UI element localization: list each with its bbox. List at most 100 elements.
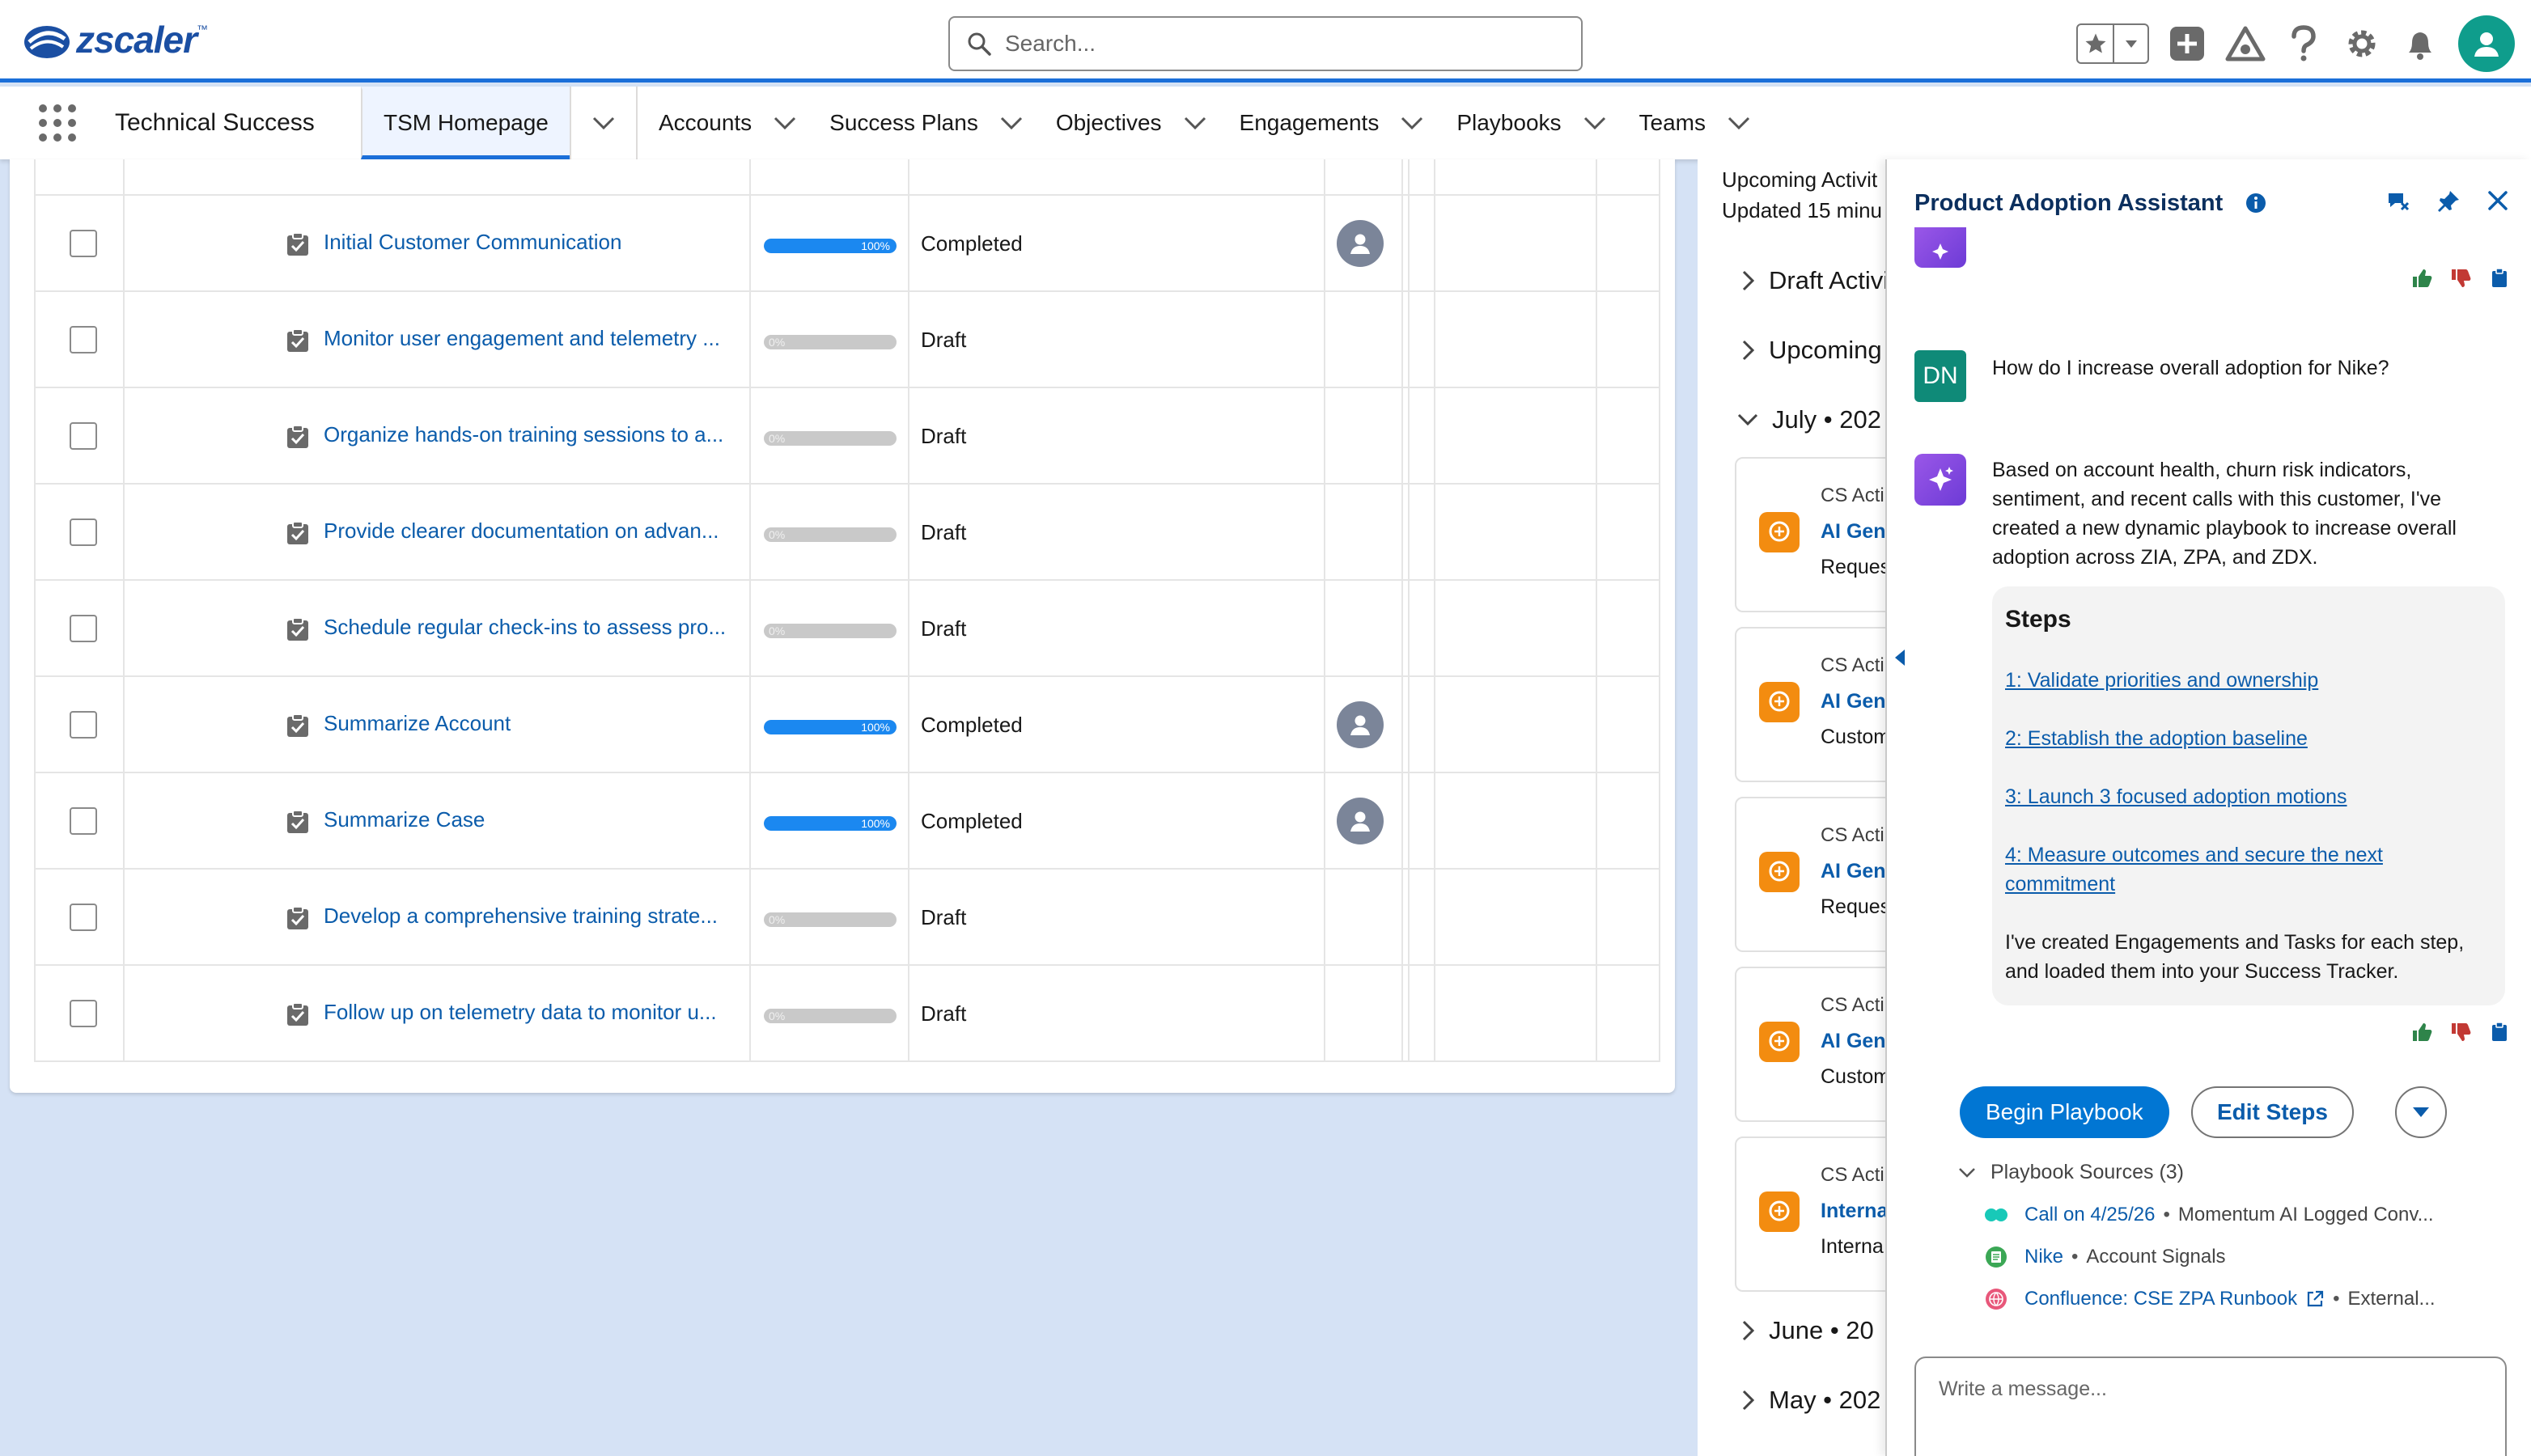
trailhead-button[interactable] bbox=[2225, 23, 2266, 64]
favorites-control[interactable] bbox=[2076, 23, 2149, 64]
column-divider bbox=[1659, 388, 1660, 483]
chevron-down-icon[interactable] bbox=[773, 116, 797, 130]
activity-card[interactable]: CS Acti AI Gen Reques bbox=[1735, 457, 1908, 612]
playbook-sources-toggle[interactable]: Playbook Sources (3) bbox=[1958, 1161, 2184, 1184]
row-checkbox[interactable] bbox=[70, 615, 97, 642]
row-checkbox[interactable] bbox=[70, 518, 97, 546]
pin-icon[interactable] bbox=[2436, 188, 2461, 214]
section-june[interactable]: June • 20 bbox=[1741, 1316, 1874, 1345]
nav-item-success-plans[interactable]: Success Plans bbox=[797, 87, 1024, 159]
task-name-link[interactable]: Organize hands-on training sessions to a… bbox=[324, 422, 723, 447]
step-link-3[interactable]: 3: Launch 3 focused adoption motions bbox=[2005, 782, 2347, 811]
begin-playbook-button[interactable]: Begin Playbook bbox=[1960, 1086, 2169, 1138]
thumbs-up-icon[interactable] bbox=[2411, 1022, 2432, 1043]
nav-item-playbooks[interactable]: Playbooks bbox=[1424, 87, 1606, 159]
panel-collapse-handle[interactable] bbox=[1893, 648, 1906, 667]
favorites-star-button[interactable] bbox=[2078, 25, 2113, 62]
separator: • bbox=[2163, 1204, 2170, 1225]
owner-avatar[interactable] bbox=[1337, 798, 1384, 844]
chevron-down-icon[interactable] bbox=[1583, 116, 1607, 130]
section-draft-activities[interactable]: Draft Activi bbox=[1741, 266, 1889, 295]
copy-icon[interactable] bbox=[2489, 1022, 2510, 1043]
thumbs-up-icon[interactable] bbox=[2411, 268, 2432, 289]
column-divider bbox=[1434, 870, 1435, 964]
chevron-down-icon[interactable] bbox=[999, 116, 1024, 130]
source-link[interactable]: Call on 4/25/26 bbox=[2024, 1204, 2155, 1226]
step-link-2[interactable]: 2: Establish the adoption baseline bbox=[2005, 724, 2308, 753]
activity-card[interactable]: CS Acti AI Gen Reques bbox=[1735, 797, 1908, 952]
user-avatar: DN bbox=[1914, 350, 1966, 402]
column-divider bbox=[34, 581, 36, 675]
task-name-link[interactable]: Initial Customer Communication bbox=[324, 230, 621, 255]
thumbs-down-icon[interactable] bbox=[2450, 1022, 2471, 1043]
activity-link[interactable]: AI Gen bbox=[1821, 520, 1886, 544]
column-divider bbox=[1659, 159, 1660, 194]
step-link-1[interactable]: 1: Validate priorities and ownership bbox=[2005, 666, 2318, 695]
task-name-link[interactable]: Schedule regular check-ins to assess pro… bbox=[324, 615, 726, 640]
task-name-link[interactable]: Summarize Case bbox=[324, 807, 485, 832]
chevron-down-icon[interactable] bbox=[1183, 116, 1207, 130]
activity-link[interactable]: AI Gen bbox=[1821, 690, 1886, 713]
activity-link[interactable]: AI Gen bbox=[1821, 1030, 1886, 1053]
external-link-icon[interactable] bbox=[2305, 1289, 2325, 1309]
column-divider bbox=[1659, 485, 1660, 579]
activity-card[interactable]: CS Acti AI Gen Custom bbox=[1735, 627, 1908, 782]
tsm-homepage-menu-button[interactable] bbox=[570, 87, 638, 159]
source-link[interactable]: Confluence: CSE ZPA Runbook bbox=[2024, 1288, 2297, 1310]
global-create-button[interactable] bbox=[2167, 23, 2207, 64]
thumbs-down-icon[interactable] bbox=[2450, 268, 2471, 289]
row-checkbox[interactable] bbox=[70, 904, 97, 931]
row-checkbox[interactable] bbox=[70, 230, 97, 257]
row-checkbox[interactable] bbox=[70, 711, 97, 739]
row-checkbox[interactable] bbox=[70, 807, 97, 835]
column-divider bbox=[1659, 677, 1660, 772]
row-checkbox[interactable] bbox=[70, 326, 97, 353]
activity-card[interactable]: CS Acti AI Gen Custom bbox=[1735, 967, 1908, 1122]
clear-chat-icon[interactable] bbox=[2385, 188, 2411, 214]
notifications-button[interactable] bbox=[2400, 23, 2440, 64]
row-checkbox[interactable] bbox=[70, 422, 97, 450]
owner-avatar[interactable] bbox=[1337, 701, 1384, 748]
activity-link[interactable]: AI Gen bbox=[1821, 860, 1886, 883]
chevron-down-icon[interactable] bbox=[1400, 116, 1424, 130]
nav-item-objectives[interactable]: Objectives bbox=[1024, 87, 1207, 159]
source-link[interactable]: Nike bbox=[2024, 1246, 2063, 1268]
global-search[interactable] bbox=[948, 16, 1583, 71]
owner-avatar[interactable] bbox=[1337, 220, 1384, 267]
sources-label: Playbook Sources (3) bbox=[1990, 1161, 2185, 1183]
help-button[interactable] bbox=[2283, 23, 2324, 64]
section-may[interactable]: May • 202 bbox=[1741, 1386, 1880, 1415]
column-divider bbox=[749, 677, 751, 772]
edit-steps-button[interactable]: Edit Steps bbox=[2191, 1086, 2354, 1138]
setup-button[interactable] bbox=[2342, 23, 2382, 64]
caret-left-icon bbox=[1895, 650, 1905, 666]
search-input[interactable] bbox=[1005, 31, 1571, 57]
activity-card[interactable]: CS Acti Interna Interna bbox=[1735, 1136, 1908, 1292]
copy-icon[interactable] bbox=[2489, 268, 2510, 289]
caret-down-icon bbox=[2413, 1107, 2429, 1117]
task-name-link[interactable]: Develop a comprehensive training strate.… bbox=[324, 904, 718, 929]
task-name-link[interactable]: Provide clearer documentation on advan..… bbox=[324, 518, 719, 544]
nav-item-engagements[interactable]: Engagements bbox=[1207, 87, 1425, 159]
section-upcoming[interactable]: Upcoming bbox=[1741, 336, 1882, 365]
zscaler-logo[interactable]: zscaler ™ bbox=[23, 15, 208, 65]
user-profile-avatar[interactable] bbox=[2458, 15, 2515, 72]
favorites-menu-button[interactable] bbox=[2113, 25, 2147, 62]
message-input[interactable] bbox=[1939, 1378, 2473, 1426]
task-name-link[interactable]: Monitor user engagement and telemetry ..… bbox=[324, 326, 720, 351]
nav-label: Teams bbox=[1639, 110, 1706, 135]
task-name-link[interactable]: Summarize Account bbox=[324, 711, 511, 736]
task-name-link[interactable]: Follow up on telemetry data to monitor u… bbox=[324, 1000, 717, 1025]
nav-item-teams[interactable]: Teams bbox=[1607, 87, 1751, 159]
step-link-4[interactable]: 4: Measure outcomes and secure the next … bbox=[2005, 840, 2458, 899]
chevron-down-icon[interactable] bbox=[1727, 116, 1751, 130]
nav-item-accounts[interactable]: Accounts bbox=[638, 87, 797, 159]
app-launcher-button[interactable] bbox=[37, 103, 78, 143]
tab-tsm-homepage[interactable]: TSM Homepage bbox=[361, 87, 570, 159]
section-july[interactable]: July • 202 bbox=[1736, 405, 1881, 434]
activity-link[interactable]: Interna bbox=[1821, 1200, 1888, 1223]
row-checkbox[interactable] bbox=[70, 1000, 97, 1027]
more-actions-button[interactable] bbox=[2395, 1086, 2447, 1138]
close-icon[interactable] bbox=[2486, 188, 2510, 213]
assistant-info-button[interactable] bbox=[2245, 192, 2267, 214]
